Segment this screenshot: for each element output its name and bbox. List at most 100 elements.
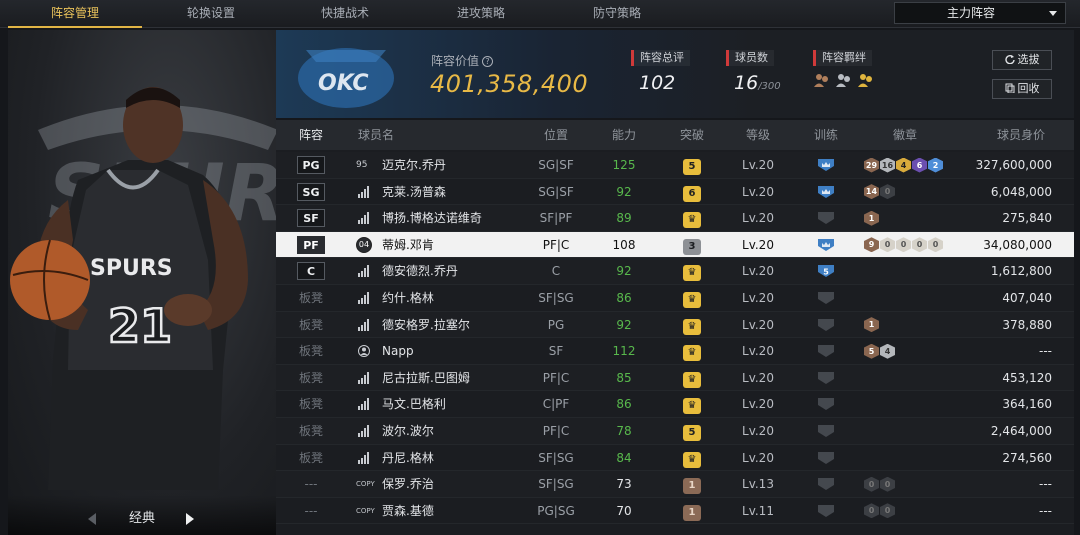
player-position: SF|SG (538, 291, 574, 305)
row-slot[interactable]: 板凳 (276, 418, 346, 444)
player-name[interactable]: 马文.巴格利 (382, 391, 522, 417)
col-header-value: 球员身价 (996, 128, 1045, 142)
tab-rotation-settings[interactable]: 轮换设置 (144, 0, 278, 28)
player-name[interactable]: 波尔.波尔 (382, 418, 522, 444)
row-slot[interactable]: --- (276, 471, 346, 497)
table-row[interactable]: PG 95 迈克尔.乔丹 SG|SF 125 5 Lv.20 29 16 4 6 2 327,600,0… (276, 152, 1074, 179)
tab-quick-tactics[interactable]: 快捷战术 (278, 0, 412, 28)
player-name[interactable]: 尼古拉斯.巴图姆 (382, 365, 522, 391)
crown-icon: ♛ (683, 345, 701, 362)
table-row[interactable]: --- COPY 贾森.基德 PG|SG 70 1 Lv.11 0 0 --- (276, 498, 1074, 525)
player-position: SF|SG (538, 450, 574, 465)
badge-icon[interactable]: 1 (864, 210, 879, 226)
row-slot[interactable]: 板凳 (276, 391, 346, 417)
player-name[interactable]: 丹尼.格林 (382, 445, 522, 471)
lineup-rating-stat: 阵容总评 102 (631, 50, 690, 94)
row-slot[interactable]: --- (276, 498, 346, 524)
player-name[interactable]: Napp (382, 338, 522, 364)
row-slot[interactable]: 板凳 (276, 285, 346, 311)
player-value: --- (1039, 503, 1052, 518)
player-rating: 112 (612, 344, 636, 359)
badge-icon[interactable]: 5 (864, 343, 879, 359)
table-row[interactable]: 板凳 马文.巴格利 C|PF 86 ♛ Lv.20 364,160 (276, 391, 1074, 418)
table-row[interactable]: PF 04 蒂姆.邓肯 PF|C 108 3 Lv.20 9 0 0 0 0 34,080,000 (276, 231, 1074, 259)
lineup-value-label: 阵容价值? (431, 52, 494, 69)
table-row[interactable]: SG 克莱.汤普森 SG|SF 92 6 Lv.20 14 0 6,048,000 (276, 179, 1074, 206)
badge-icon[interactable]: 0 (880, 184, 895, 200)
card-style-label: 经典 (128, 511, 155, 526)
row-slot[interactable]: 板凳 (276, 365, 346, 391)
bond-silver-icon[interactable] (835, 72, 853, 88)
badge-icon[interactable]: 0 (864, 503, 879, 519)
badge-icon[interactable]: 0 (864, 476, 879, 492)
player-name[interactable]: 保罗.乔治 (382, 471, 522, 497)
col-header-rating: 能力 (611, 128, 636, 142)
crown-icon: ♛ (683, 292, 701, 308)
badge-icon[interactable]: 4 (896, 157, 911, 173)
player-name[interactable]: 德安格罗.拉塞尔 (382, 312, 522, 338)
breakthrough-cell: ♛ (662, 205, 722, 231)
row-slot[interactable]: SF (276, 205, 346, 231)
badge-icon[interactable]: 6 (912, 157, 927, 173)
row-slot[interactable]: SG (276, 179, 346, 205)
row-slot[interactable]: 板凳 (276, 338, 346, 364)
table-row[interactable]: --- COPY 保罗.乔治 SF|SG 73 1 Lv.13 0 0 --- (276, 471, 1074, 498)
player-name[interactable]: 贾森.基德 (382, 498, 522, 524)
slot-label: SG (297, 182, 325, 201)
help-icon[interactable]: ? (482, 56, 494, 67)
table-row[interactable]: 板凳 尼古拉斯.巴图姆 PF|C 85 ♛ Lv.20 453,120 (276, 364, 1074, 392)
scout-button[interactable]: 选拔 (992, 50, 1052, 70)
player-rating: 70 (616, 503, 632, 518)
next-style-arrow-icon[interactable] (186, 513, 194, 525)
badge-icon[interactable]: 0 (880, 237, 895, 253)
lineup-bond-label: 阵容羁绊 (813, 50, 872, 66)
badge-icon[interactable]: 0 (896, 237, 911, 253)
player-name[interactable]: 蒂姆.邓肯 (382, 232, 522, 258)
training-shield-icon (818, 212, 834, 225)
crown-icon: ♛ (683, 451, 701, 468)
player-name[interactable]: 约什.格林 (382, 285, 522, 311)
badge-icon[interactable]: 14 (864, 184, 879, 200)
player-name[interactable]: 博扬.博格达诺维奇 (382, 205, 522, 231)
badge-icon[interactable]: 2 (928, 157, 943, 173)
table-row[interactable]: 板凳 波尔.波尔 PF|C 78 5 Lv.20 2,464,000 (276, 418, 1074, 445)
table-row[interactable]: 板凳 约什.格林 SF|SG 86 ♛ Lv.20 407,040 (276, 285, 1074, 312)
row-slot[interactable]: 板凳 (276, 445, 346, 471)
row-slot[interactable]: C (276, 258, 346, 284)
row-slot[interactable]: PG (276, 152, 346, 178)
rating-bars-icon (358, 451, 369, 464)
badge-icon[interactable]: 0 (912, 237, 927, 253)
badge-icon[interactable]: 9 (864, 237, 879, 253)
recycle-button[interactable]: 回收 (992, 79, 1052, 99)
player-name[interactable]: 德安德烈.乔丹 (382, 258, 522, 284)
player-level: Lv.20 (742, 184, 774, 199)
table-row[interactable]: SF 博扬.博格达诺维奇 SF|PF 89 ♛ Lv.20 1 275,840 (276, 205, 1074, 232)
roster-table: 阵容 球员名 位置 能力 突破 等级 训练 徽章 球员身价 PG 95 迈克尔.乔丹… (276, 120, 1074, 535)
bond-gold-icon[interactable] (857, 72, 875, 88)
table-row[interactable]: 板凳 德安格罗.拉塞尔 PG 92 ♛ Lv.20 1 378,880 (276, 311, 1074, 339)
table-row[interactable]: C 德安德烈.乔丹 C 92 ♛ Lv.20 5 1,612,800 (276, 258, 1074, 285)
badge-icon[interactable]: 0 (880, 476, 895, 492)
tab-offense-strategy[interactable]: 进攻策略 (414, 0, 548, 28)
refresh-icon (1004, 54, 1015, 64)
row-slot[interactable]: 板凳 (276, 312, 346, 338)
badge-icon[interactable]: 0 (880, 503, 895, 519)
breakthrough-badge: 3 (683, 238, 701, 255)
badge-icon[interactable]: 4 (880, 343, 895, 359)
tab-lineup-management[interactable]: 阵容管理 (8, 0, 142, 28)
row-slot[interactable]: PF (276, 232, 346, 258)
table-row[interactable]: 板凳 丹尼.格林 SF|SG 84 ♛ Lv.20 274,560 (276, 445, 1074, 472)
bond-bronze-icon[interactable] (813, 72, 831, 88)
lineup-select[interactable]: 主力阵容 (894, 2, 1066, 24)
player-level: Lv.20 (742, 158, 774, 172)
player-name[interactable]: 克莱.汤普森 (382, 179, 522, 205)
badge-icon[interactable]: 0 (928, 237, 943, 253)
player-level: Lv.20 (742, 450, 774, 465)
player-name[interactable]: 迈克尔.乔丹 (382, 152, 522, 178)
table-row[interactable]: 板凳 Napp SF 112 ♛ Lv.20 5 4 --- (276, 338, 1074, 365)
tab-defense-strategy[interactable]: 防守策略 (550, 0, 684, 28)
badge-icon[interactable]: 1 (864, 317, 879, 333)
rating-bars-icon (358, 185, 369, 198)
badge-icon[interactable]: 16 (880, 157, 895, 173)
badge-icon[interactable]: 29 (864, 157, 879, 173)
